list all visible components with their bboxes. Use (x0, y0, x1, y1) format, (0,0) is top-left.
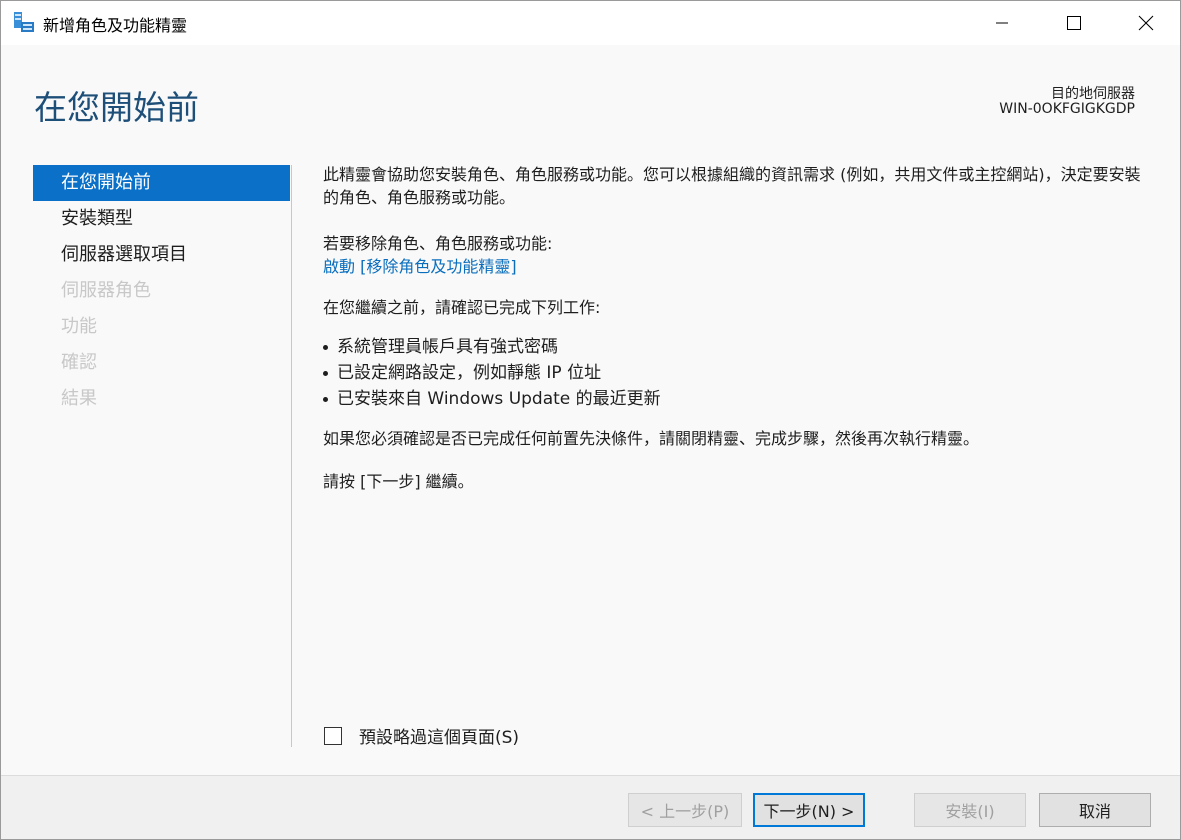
prerequisite-note: 如果您必須確認是否已完成任何前置先決條件，請關閉精靈、完成步驟，然後再次執行精靈… (323, 429, 980, 448)
install-button: 安裝(I) (914, 793, 1026, 827)
prerequisite-list: 系統管理員帳戶具有強式密碼 已設定網路設定，例如靜態 IP 位址 已安裝來自 W… (323, 334, 661, 412)
wizard-window: 新增角色及功能精靈 在您開始前 目的地伺服器 WIN-0OKFGIGKGDP 在… (0, 0, 1181, 840)
nav-item-before-you-begin[interactable]: 在您開始前 (33, 165, 290, 201)
skip-page-label[interactable]: 預設略過這個頁面(S) (359, 723, 519, 748)
list-item: 已設定網路設定，例如靜態 IP 位址 (323, 360, 661, 386)
click-next-text: 請按 [下一步] 繼續。 (323, 472, 474, 491)
bullet-icon (323, 397, 328, 402)
close-icon (1138, 15, 1154, 31)
list-item: 系統管理員帳戶具有強式密碼 (323, 334, 661, 360)
page-title: 在您開始前 (34, 88, 199, 127)
previous-button: < 上一步(P) (628, 793, 742, 827)
bullet-icon (323, 371, 328, 376)
maximize-icon (1067, 16, 1081, 30)
nav-item-installation-type[interactable]: 安裝類型 (33, 201, 290, 237)
nav-item-features: 功能 (61, 316, 97, 337)
footer-bar: < 上一步(P) 下一步(N) > 安裝(I) 取消 (1, 776, 1180, 839)
list-item: 已安裝來自 Windows Update 的最近更新 (323, 386, 661, 412)
nav-item-results: 結果 (61, 388, 97, 409)
remove-roles-label: 若要移除角色、角色服務或功能: (323, 234, 553, 253)
nav-item-server-selection[interactable]: 伺服器選取項目 (33, 237, 290, 273)
skip-page-option[interactable]: 預設略過這個頁面(S) (324, 723, 519, 748)
skip-page-checkbox[interactable] (324, 726, 342, 745)
next-button[interactable]: 下一步(N) > (753, 793, 865, 827)
minimize-icon (996, 22, 1008, 24)
remove-roles-wizard-link[interactable]: 啟動 [移除角色及功能精靈] (323, 255, 517, 278)
cancel-button[interactable]: 取消 (1039, 793, 1151, 827)
nav-item-server-roles: 伺服器角色 (61, 280, 151, 301)
minimize-button[interactable] (967, 1, 1037, 45)
bullet-icon (323, 345, 328, 350)
close-button[interactable] (1111, 1, 1181, 45)
maximize-button[interactable] (1039, 1, 1109, 45)
title-bar[interactable]: 新增角色及功能精靈 (1, 1, 1180, 45)
server-manager-icon (13, 11, 35, 33)
window-title: 新增角色及功能精靈 (43, 16, 188, 35)
before-continue-label: 在您繼續之前，請確認已完成下列工作: (323, 298, 601, 317)
nav-divider (291, 165, 292, 747)
nav-item-confirmation: 確認 (61, 352, 97, 373)
intro-text: 此精靈會協助您安裝角色、角色服務或功能。您可以根據組織的資訊需求 (例如，共用文… (323, 165, 1141, 207)
destination-server-label: 目的地伺服器 (1051, 86, 1135, 102)
wizard-nav: 在您開始前 安裝類型 伺服器選取項目 伺服器角色 功能 確認 結果 (33, 165, 290, 417)
destination-server-name: WIN-0OKFGIGKGDP (999, 101, 1135, 117)
